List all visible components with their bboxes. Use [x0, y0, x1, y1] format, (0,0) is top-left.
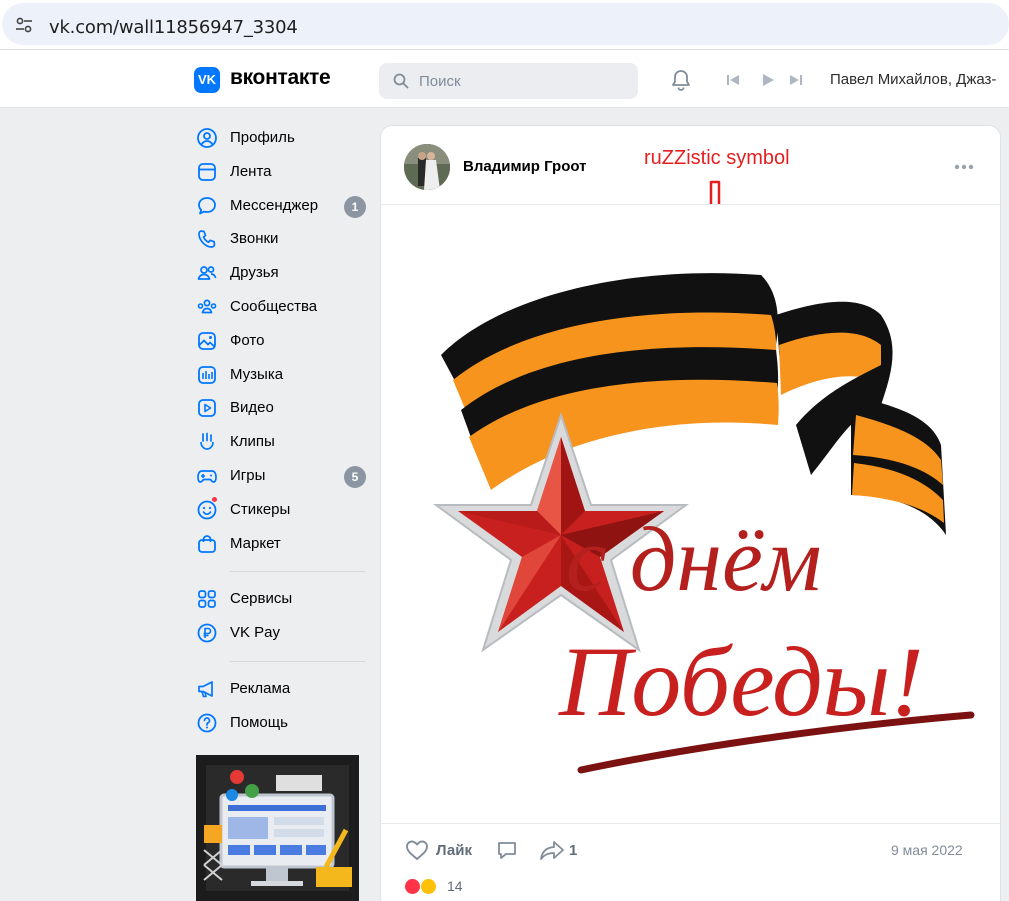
author-avatar[interactable] — [404, 144, 450, 190]
search-input[interactable]: Поиск — [379, 63, 638, 99]
sidebar-item-calls[interactable]: Звонки — [196, 223, 371, 257]
sidebar-item-label: Игры — [230, 466, 266, 484]
sidebar-item-communities[interactable]: Сообщества — [196, 291, 371, 325]
vkpay-icon — [197, 623, 217, 643]
sidebar-item-label: Профиль — [230, 129, 295, 146]
sidebar-item-services[interactable]: Сервисы — [196, 583, 371, 617]
post-author-name[interactable]: Владимир Гроот — [463, 158, 587, 175]
share-icon[interactable] — [539, 839, 565, 861]
video-icon — [198, 399, 216, 418]
sidebar-item-label: Видео — [230, 399, 274, 417]
search-placeholder: Поиск — [419, 73, 461, 90]
sidebar-item-label: Фото — [230, 331, 265, 349]
sidebar-item-friends[interactable]: Друзья — [196, 257, 371, 291]
vk-wordmark[interactable]: вконтакте — [230, 66, 331, 90]
previous-track-icon[interactable] — [725, 72, 741, 88]
megaphone-icon — [198, 681, 213, 698]
unread-count-badge: 1 — [344, 195, 366, 218]
laugh-reaction-icon — [420, 878, 437, 895]
victory-day-illustration: с днём Победы! — [432, 273, 975, 774]
site-settings-icon[interactable] — [14, 15, 34, 35]
url-text[interactable]: vk.com/wall11856947_3304 — [49, 17, 298, 38]
heart-icon[interactable] — [405, 839, 429, 861]
sidebar-item-label: Музыка — [230, 365, 284, 383]
menu-divider — [230, 571, 365, 573]
sidebar-item-market[interactable]: Маркет — [196, 528, 371, 562]
sidebar-item-label: Реклама — [230, 679, 291, 697]
post-date[interactable]: 9 мая 2022 — [891, 842, 963, 858]
left-sidebar-menu: Профиль Лента Мессенджер 1 Звонки Друзья… — [196, 122, 371, 741]
sidebar-item-video[interactable]: Видео — [196, 392, 371, 426]
sidebar-item-help[interactable]: Помощь — [196, 707, 371, 741]
friends-icon — [197, 266, 217, 281]
ad-banner[interactable] — [196, 755, 359, 901]
sidebar-item-music[interactable]: Музыка — [196, 359, 371, 393]
post-card: Владимир Гроот ruZZistic symbol с днём П… — [380, 125, 1001, 901]
sidebar-item-label: Клипы — [230, 433, 275, 451]
reactions-count[interactable]: 14 — [447, 878, 463, 894]
sidebar-item-label: Мессенджер — [230, 196, 319, 214]
sidebar-item-label: Маркет — [230, 534, 281, 552]
share-count: 1 — [569, 842, 578, 859]
sidebar-item-profile[interactable]: Профиль — [196, 122, 371, 156]
sidebar-item-label: Помощь — [230, 713, 288, 731]
ribbon-graphic — [441, 273, 946, 535]
clips-icon — [200, 432, 214, 451]
messenger-icon — [198, 196, 216, 214]
sidebar-item-label: Звонки — [230, 230, 279, 248]
photo-icon — [198, 331, 216, 350]
sidebar-item-label: Сервисы — [230, 590, 293, 608]
like-button-label[interactable]: Лайк — [436, 842, 472, 859]
sidebar-item-photo[interactable]: Фото — [196, 325, 371, 359]
games-icon — [197, 470, 217, 483]
sidebar-item-games[interactable]: Игры 5 — [196, 460, 371, 494]
browser-address-bar: vk.com/wall11856947_3304 — [0, 0, 1009, 50]
profile-icon — [197, 128, 217, 148]
market-icon — [198, 534, 216, 553]
help-icon — [197, 713, 217, 733]
avatar-photo — [404, 144, 450, 190]
now-playing-text[interactable]: Павел Михайлов, Джаз- — [830, 71, 1009, 88]
sidebar-item-clips[interactable]: Клипы — [196, 426, 371, 460]
vk-header: VK вконтакте Поиск Павел Михайлов, Джаз- — [0, 50, 1009, 108]
communities-icon — [197, 299, 217, 314]
notifications-bell-icon[interactable] — [669, 68, 693, 92]
sidebar-item-feed[interactable]: Лента — [196, 156, 371, 190]
heart-reaction-icon — [404, 878, 421, 895]
games-count-badge: 5 — [344, 465, 366, 488]
vk-logo-icon[interactable]: VK — [194, 67, 220, 93]
sidebar-item-label: Лента — [230, 162, 272, 180]
sidebar-item-label: VK Pay — [230, 624, 281, 642]
play-icon[interactable] — [760, 72, 776, 88]
sidebar-item-stickers[interactable]: Стикеры — [196, 494, 371, 528]
ad-illustration — [196, 755, 359, 901]
search-icon — [393, 73, 409, 89]
next-track-icon[interactable] — [788, 72, 804, 88]
annotation-label: ruZZistic symbol — [644, 147, 790, 169]
menu-divider — [230, 660, 365, 662]
sidebar-item-label: Стикеры — [230, 500, 291, 518]
sidebar-item-ads[interactable]: Реклама — [196, 673, 371, 707]
divider — [381, 823, 1000, 824]
phone-icon — [198, 230, 216, 249]
more-options-icon[interactable] — [953, 162, 975, 172]
comment-icon[interactable] — [496, 839, 518, 861]
sidebar-item-label: Друзья — [230, 264, 279, 282]
post-image[interactable]: с днём Победы! — [381, 205, 1000, 823]
sidebar-item-messenger[interactable]: Мессенджер 1 — [196, 190, 371, 224]
music-icon — [198, 365, 216, 384]
url-omnibox[interactable]: vk.com/wall11856947_3304 — [2, 3, 1009, 45]
greeting-line-2: Победы! — [558, 626, 924, 737]
greeting-line-1: с днём — [566, 508, 822, 610]
sidebar-item-label: Сообщества — [230, 297, 318, 315]
services-icon — [198, 590, 216, 609]
feed-icon — [198, 162, 216, 181]
vk-logo-letters: VK — [197, 72, 217, 87]
new-indicator-dot — [211, 495, 218, 503]
sidebar-item-vkpay[interactable]: VK Pay — [196, 617, 371, 651]
